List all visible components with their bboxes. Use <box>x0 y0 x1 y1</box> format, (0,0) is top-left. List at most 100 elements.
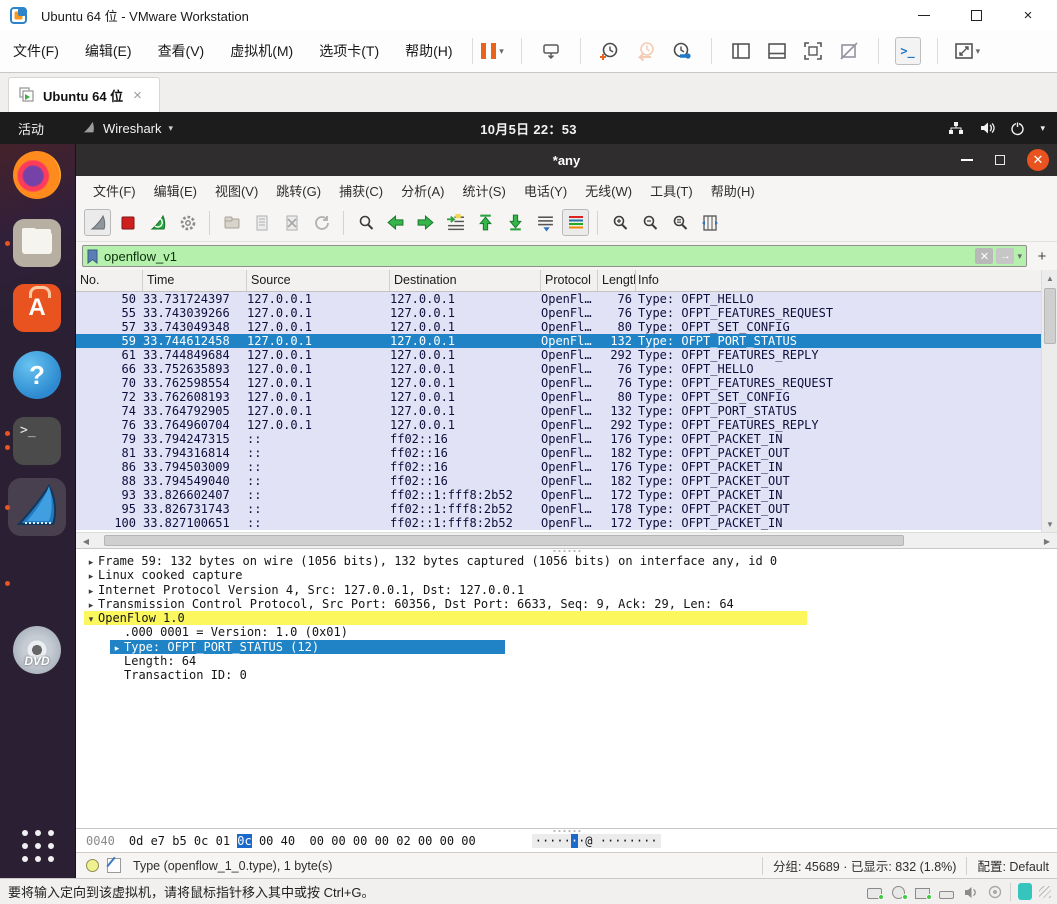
console-view-button[interactable]: >_ <box>894 37 921 65</box>
packet-row[interactable]: 57 33.743049348 127.0.0.1 127.0.0.1 Open… <box>76 320 1041 334</box>
scroll-down-icon[interactable]: ▼ <box>1042 516 1057 532</box>
maximize-button[interactable] <box>965 4 987 26</box>
power-icon[interactable] <box>1010 121 1025 136</box>
go-first-icon[interactable] <box>472 209 499 236</box>
save-file-icon[interactable] <box>248 209 275 236</box>
tab-close-icon[interactable]: × <box>133 87 142 104</box>
packet-row[interactable]: 100 33.827100651 :: ff02::1:fff8:2b52 Op… <box>76 516 1041 530</box>
column-header-destination[interactable]: Destination <box>390 270 541 291</box>
start-capture-icon[interactable] <box>84 209 111 236</box>
capture-options-icon[interactable] <box>174 209 201 236</box>
zoom-in-icon[interactable] <box>606 209 633 236</box>
zoom-out-icon[interactable] <box>636 209 663 236</box>
wireshark-menu-item[interactable]: 电话(Y) <box>515 177 576 204</box>
packet-row[interactable]: 74 33.764792905 127.0.0.1 127.0.0.1 Open… <box>76 404 1041 418</box>
colorize-icon[interactable] <box>562 209 589 236</box>
clock[interactable]: 10月5日 22：53 <box>0 112 1057 144</box>
packet-row[interactable]: 81 33.794316814 :: ff02::16 OpenFl… 182 … <box>76 446 1041 460</box>
filter-dropdown-icon[interactable]: ▾ <box>1017 251 1022 262</box>
find-packet-icon[interactable] <box>352 209 379 236</box>
unity-icon[interactable] <box>836 37 862 65</box>
detail-row[interactable]: ▸ Internet Protocol Version 4, Src: 127.0… <box>76 583 1057 597</box>
send-ctrl-alt-del-icon[interactable] <box>538 37 564 65</box>
network-adapter-icon[interactable] <box>914 884 932 900</box>
minimize-button[interactable] <box>913 4 935 26</box>
pane-splitter[interactable] <box>551 549 582 553</box>
hex-bytes[interactable]: 0d e7 b5 0c 01 0c 00 40 00 00 00 00 02 0… <box>129 833 476 848</box>
dock-item-help[interactable]: ? <box>13 351 63 401</box>
system-menu-caret-icon[interactable]: ▾ <box>1040 123 1045 134</box>
go-back-icon[interactable] <box>382 209 409 236</box>
horizontal-scrollbar[interactable]: ◀ ▶ <box>76 532 1057 548</box>
expert-info-icon[interactable] <box>86 859 99 872</box>
display-filter-input[interactable]: openflow_v1 ✕ → ▾ <box>82 245 1027 267</box>
ws-close-button[interactable]: ✕ <box>1027 149 1049 171</box>
vmware-menu-item[interactable]: 虚拟机(M) <box>217 36 306 66</box>
revert-snapshot-icon[interactable] <box>633 37 659 65</box>
fit-guest-icon[interactable]: ▾ <box>954 37 980 65</box>
resize-grip[interactable] <box>1039 885 1051 898</box>
packet-row[interactable]: 93 33.826602407 :: ff02::1:fff8:2b52 Ope… <box>76 488 1041 502</box>
filter-bookmark-icon[interactable] <box>87 249 98 264</box>
column-header-info[interactable]: Info <box>636 270 1041 291</box>
packet-row[interactable]: 76 33.764960704 127.0.0.1 127.0.0.1 Open… <box>76 418 1041 432</box>
wireshark-menu-item[interactable]: 视图(V) <box>206 177 267 204</box>
dock-item-files[interactable] <box>5 219 63 269</box>
packet-row[interactable]: 86 33.794503009 :: ff02::16 OpenFl… 176 … <box>76 460 1041 474</box>
detail-row[interactable]: ▸ Frame 59: 132 bytes on wire (1056 bits)… <box>76 554 1057 568</box>
vmware-menu-item[interactable]: 文件(F) <box>0 36 72 66</box>
hdd-icon[interactable] <box>866 884 884 900</box>
dock-item-firefox[interactable] <box>13 151 63 201</box>
dock-item-dvd[interactable]: DVD <box>13 626 63 676</box>
wireshark-menu-item[interactable]: 文件(F) <box>84 177 145 204</box>
show-thumbnail-bar-icon[interactable] <box>764 37 790 65</box>
vmware-menu-item[interactable]: 编辑(E) <box>72 36 145 66</box>
packet-row[interactable]: 95 33.826731743 :: ff02::1:fff8:2b52 Ope… <box>76 502 1041 516</box>
fullscreen-icon[interactable] <box>800 37 826 65</box>
detail-row[interactable]: ▾ OpenFlow 1.0 <box>76 611 1057 626</box>
scroll-left-icon[interactable]: ◀ <box>78 533 94 549</box>
go-to-packet-icon[interactable] <box>442 209 469 236</box>
profile-selector[interactable]: 配置: Default <box>977 856 1049 875</box>
detail-row[interactable]: .000 0001 = Version: 1.0 (0x01) <box>76 625 1057 639</box>
column-header-length[interactable]: Length <box>598 270 636 291</box>
detail-row[interactable]: ▸ Type: OFPT_PORT_STATUS (12) <box>76 639 1057 654</box>
ws-restore-button[interactable] <box>995 155 1005 165</box>
packet-row[interactable]: 88 33.794549040 :: ff02::16 OpenFl… 182 … <box>76 474 1041 488</box>
hex-dump-pane[interactable]: 0040 0d e7 b5 0c 01 0c 00 40 00 00 00 00… <box>76 828 1057 852</box>
go-forward-icon[interactable] <box>412 209 439 236</box>
vm-tab-ubuntu[interactable]: Ubuntu 64 位 × <box>8 77 160 112</box>
wireshark-menu-item[interactable]: 捕获(C) <box>330 177 392 204</box>
close-file-icon[interactable] <box>278 209 305 236</box>
open-file-icon[interactable] <box>218 209 245 236</box>
volume-icon[interactable] <box>979 121 996 135</box>
column-header-no[interactable]: No. <box>76 270 143 291</box>
vmware-menu-item[interactable]: 选项卡(T) <box>306 36 392 66</box>
scrollbar-thumb[interactable] <box>1044 288 1056 344</box>
packet-row[interactable]: 50 33.731724397 127.0.0.1 127.0.0.1 Open… <box>76 292 1041 306</box>
scroll-up-icon[interactable]: ▲ <box>1042 270 1057 286</box>
dock-item-ubuntu-software[interactable]: A <box>13 284 63 334</box>
detail-row[interactable]: Transaction ID: 0 <box>76 668 1057 682</box>
resize-columns-icon[interactable] <box>696 209 723 236</box>
detail-row[interactable]: Length: 64 <box>76 654 1057 668</box>
stop-capture-icon[interactable] <box>114 209 141 236</box>
show-library-icon[interactable] <box>728 37 754 65</box>
sound-icon[interactable] <box>962 884 979 899</box>
go-last-icon[interactable] <box>502 209 529 236</box>
packet-row[interactable]: 79 33.794247315 :: ff02::16 OpenFl… 176 … <box>76 432 1041 446</box>
scrollbar-thumb-h[interactable] <box>104 535 904 546</box>
reload-icon[interactable] <box>308 209 335 236</box>
column-header-source[interactable]: Source <box>247 270 390 291</box>
packet-row[interactable]: 66 33.752635893 127.0.0.1 127.0.0.1 Open… <box>76 362 1041 376</box>
printer-icon[interactable] <box>938 884 955 899</box>
wireshark-menu-item[interactable]: 无线(W) <box>576 177 641 204</box>
filter-add-button[interactable]: + <box>1033 248 1051 265</box>
vmware-menu-item[interactable]: 查看(V) <box>145 36 218 66</box>
take-snapshot-icon[interactable] <box>597 37 623 65</box>
detail-row[interactable]: ▸ Transmission Control Protocol, Src Port… <box>76 597 1057 611</box>
packet-row[interactable]: 61 33.744849684 127.0.0.1 127.0.0.1 Open… <box>76 348 1041 362</box>
dock-item-terminal[interactable]: >_ <box>5 417 63 467</box>
hex-ascii[interactable]: ·······@ ········ <box>531 833 661 848</box>
auto-scroll-icon[interactable] <box>532 209 559 236</box>
